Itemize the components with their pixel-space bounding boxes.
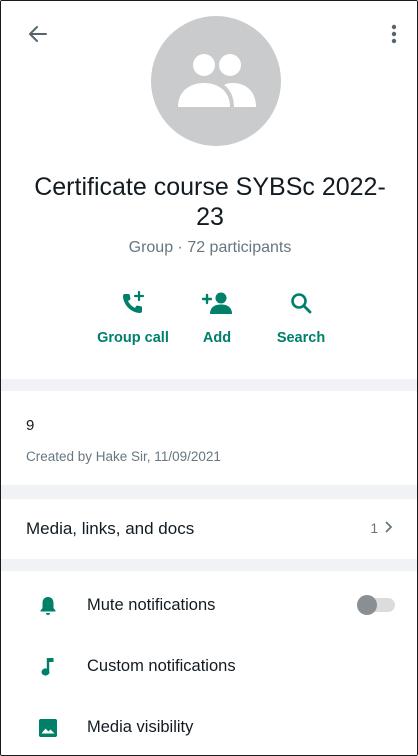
toggle-knob [357,595,377,615]
custom-notifications-label: Custom notifications [87,657,236,675]
add-label: Add [202,330,232,346]
person-add-icon [201,292,232,314]
group-created-info: Created by Hake Sir, 11/09/2021 [26,449,221,464]
bell-icon [40,597,56,615]
search-icon [291,293,312,314]
group-avatar[interactable] [151,16,281,146]
mute-notifications-row[interactable]: Mute notifications [1,574,417,634]
add-participant-button[interactable]: Add [172,288,262,346]
more-options-button[interactable] [379,19,409,49]
media-links-docs-label: Media, links, and docs [26,519,195,538]
media-visibility-label: Media visibility [87,718,194,736]
group-header: Certificate course SYBSc 2022-23 Group ·… [1,1,417,379]
phone-add-icon [123,290,145,313]
search-button[interactable]: Search [256,288,346,346]
media-links-docs-row[interactable]: Media, links, and docs 1 [1,499,417,559]
arrow-left-icon [29,26,47,42]
notification-settings-section: Mute notifications Custom notifications [1,571,417,755]
group-call-button[interactable]: Group call [88,288,178,346]
group-description-section[interactable]: 9 Created by Hake Sir, 11/09/2021 [1,391,417,485]
mute-notifications-toggle[interactable] [357,595,395,615]
group-people-icon [178,54,256,107]
chevron-right-icon [385,521,393,533]
media-visibility-row[interactable]: Media visibility [1,696,417,755]
music-note-icon [41,658,54,676]
group-name[interactable]: Certificate course SYBSc 2022-23 [21,172,399,232]
group-description: 9 [26,417,35,434]
search-label: Search [276,330,326,346]
media-count: 1 [370,520,393,536]
custom-notifications-row[interactable]: Custom notifications [1,635,417,695]
group-call-label: Group call [97,330,169,346]
group-info-screen: Certificate course SYBSc 2022-23 Group ·… [0,0,418,756]
more-vertical-icon [391,24,397,44]
mute-notifications-label: Mute notifications [87,596,216,614]
group-participants-count: Group · 72 participants [128,239,292,256]
media-count-value: 1 [370,520,379,536]
back-button[interactable] [23,19,53,49]
image-icon [39,719,57,737]
